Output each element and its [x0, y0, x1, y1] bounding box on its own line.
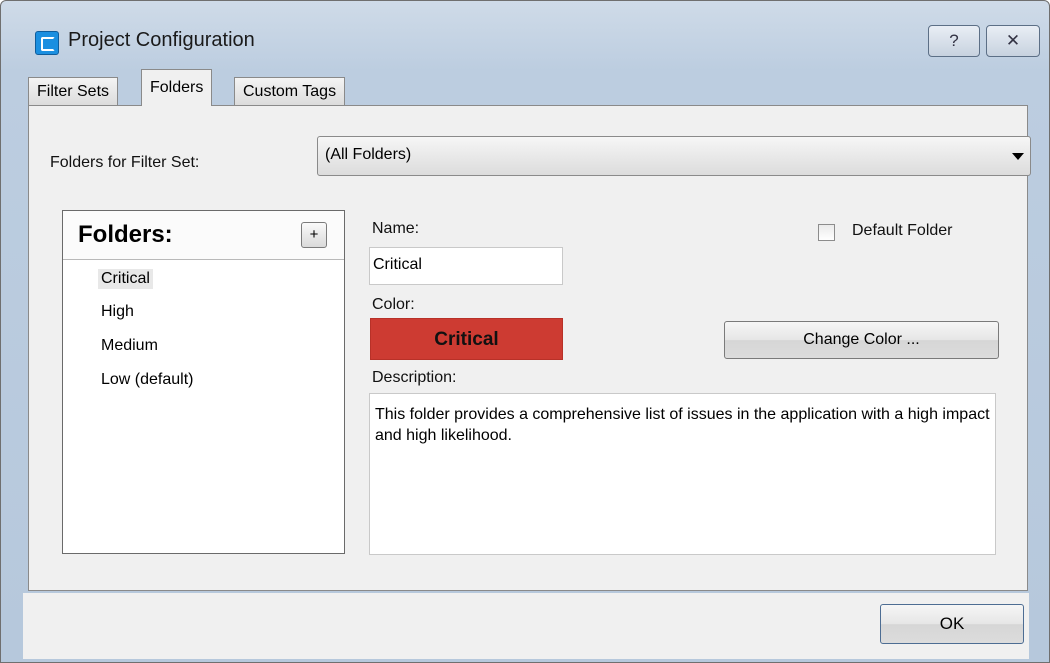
chevron-down-icon [1012, 153, 1024, 160]
filter-set-value: (All Folders) [325, 146, 412, 163]
name-field[interactable]: Critical [369, 247, 563, 285]
help-button[interactable]: ? [928, 25, 980, 57]
filter-set-dropdown[interactable]: (All Folders) [317, 136, 1031, 176]
folder-item-low[interactable]: Low (default) [98, 370, 197, 390]
default-folder-label: Default Folder [852, 222, 953, 239]
app-icon [35, 31, 59, 55]
color-swatch: Critical [370, 318, 563, 360]
ok-button[interactable]: OK [880, 604, 1024, 644]
close-button[interactable]: ✕ [986, 25, 1040, 57]
folder-item-high[interactable]: High [98, 302, 137, 322]
name-label: Name: [372, 220, 420, 237]
folder-item-critical[interactable]: Critical [98, 269, 153, 289]
folder-item-medium[interactable]: Medium [98, 336, 161, 356]
filter-set-label: Folders for Filter Set: [50, 154, 200, 171]
window-title: Project Configuration [68, 29, 255, 51]
add-folder-button[interactable]: + [301, 222, 327, 248]
default-folder-checkbox[interactable] [818, 224, 835, 241]
folders-list-panel: Folders: + Critical High Medium Low (def… [62, 210, 345, 554]
folders-list-title: Folders: [78, 221, 173, 248]
title-bar[interactable]: Project Configuration ? ✕ [1, 1, 1049, 73]
change-color-button[interactable]: Change Color ... [724, 321, 999, 359]
dialog-footer [23, 593, 1029, 659]
tab-folders[interactable]: Folders [141, 69, 213, 106]
description-field[interactable]: This folder provides a comprehensive lis… [369, 393, 996, 555]
description-field-value: This folder provides a comprehensive lis… [375, 406, 990, 444]
folders-list-header: Folders: + [63, 211, 344, 260]
description-label: Description: [372, 369, 457, 386]
name-field-value: Critical [373, 256, 422, 273]
tab-filter-sets[interactable]: Filter Sets [28, 77, 119, 105]
tab-strip: Filter Sets Folders Custom Tags [28, 69, 1028, 106]
color-label: Color: [372, 296, 415, 313]
tab-custom-tags[interactable]: Custom Tags [234, 77, 346, 105]
